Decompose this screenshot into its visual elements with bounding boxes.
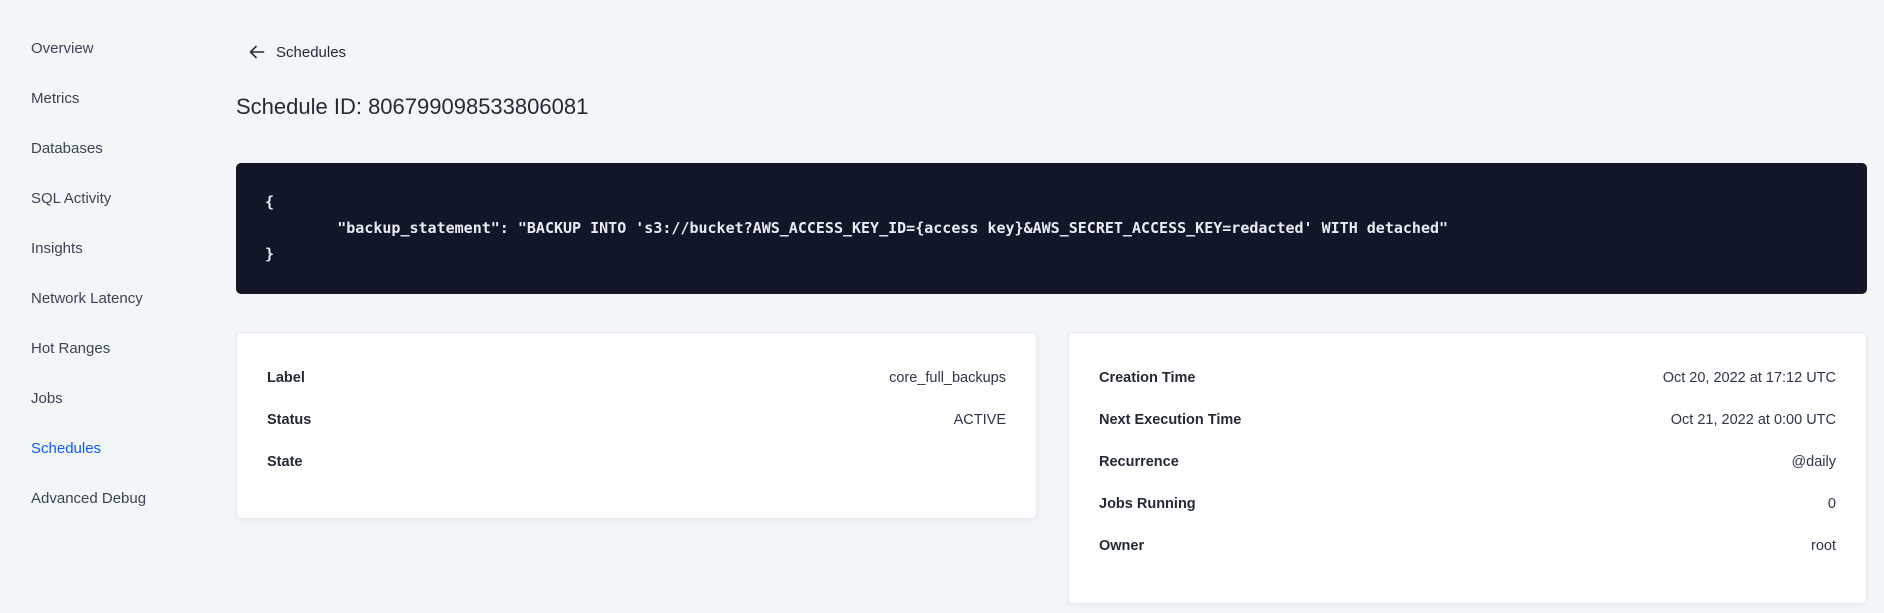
main-content: Schedules Schedule ID: 80679909853380608… xyxy=(236,0,1867,604)
sidebar-item-hot-ranges[interactable]: Hot Ranges xyxy=(0,324,210,374)
sidebar-nav: Overview Metrics Databases SQL Activity … xyxy=(0,24,210,524)
sidebar-item-overview[interactable]: Overview xyxy=(0,24,210,74)
jobs-running-row-label: Jobs Running xyxy=(1099,496,1196,512)
status-row-value: ACTIVE xyxy=(953,412,1006,428)
table-row: State xyxy=(267,441,1006,483)
owner-row-value: root xyxy=(1811,538,1836,554)
status-row-label: Status xyxy=(267,412,312,428)
sidebar-item-metrics[interactable]: Metrics xyxy=(0,74,210,124)
detail-cards: Label core_full_backups Status ACTIVE St… xyxy=(236,332,1867,604)
next-execution-row-value: Oct 21, 2022 at 0:00 UTC xyxy=(1670,412,1836,428)
next-execution-row-label: Next Execution Time xyxy=(1099,412,1242,428)
state-row-label: State xyxy=(267,454,303,470)
table-row: Label core_full_backups xyxy=(267,357,1006,399)
table-row: Jobs Running 0 xyxy=(1099,483,1836,525)
sidebar-item-databases[interactable]: Databases xyxy=(0,124,210,174)
schedule-timing-card: Creation Time Oct 20, 2022 at 17:12 UTC … xyxy=(1068,332,1867,604)
back-to-schedules-link[interactable]: Schedules xyxy=(248,40,346,64)
sidebar-item-network-latency[interactable]: Network Latency xyxy=(0,274,210,324)
owner-row-label: Owner xyxy=(1099,538,1145,554)
sidebar-item-advanced-debug[interactable]: Advanced Debug xyxy=(0,474,210,524)
sidebar-item-schedules[interactable]: Schedules xyxy=(0,424,210,474)
table-row: Creation Time Oct 20, 2022 at 17:12 UTC xyxy=(1099,357,1836,399)
sidebar-item-jobs[interactable]: Jobs xyxy=(0,374,210,424)
schedule-summary-card: Label core_full_backups Status ACTIVE St… xyxy=(236,332,1037,519)
backup-statement-code-block: { "backup_statement": "BACKUP INTO 's3:/… xyxy=(236,163,1867,294)
creation-time-row-value: Oct 20, 2022 at 17:12 UTC xyxy=(1662,370,1836,386)
table-row: Next Execution Time Oct 21, 2022 at 0:00… xyxy=(1099,399,1836,441)
recurrence-row-value: @daily xyxy=(1791,454,1836,470)
schedule-details-page: { "sidebar": { "items": [ { "label": "Ov… xyxy=(0,0,1884,613)
left-arrow-icon xyxy=(248,44,265,60)
table-row: Recurrence @daily xyxy=(1099,441,1836,483)
back-link-label: Schedules xyxy=(276,43,347,61)
page-title: Schedule ID: 806799098533806081 xyxy=(236,94,589,119)
table-row: Owner root xyxy=(1099,525,1836,567)
sidebar-item-sql-activity[interactable]: SQL Activity xyxy=(0,174,210,224)
creation-time-row-label: Creation Time xyxy=(1099,370,1196,386)
label-row-label: Label xyxy=(267,370,305,386)
recurrence-row-label: Recurrence xyxy=(1099,454,1179,470)
jobs-running-row-value: 0 xyxy=(1827,496,1836,512)
label-row-value: core_full_backups xyxy=(889,370,1006,386)
table-row: Status ACTIVE xyxy=(267,399,1006,441)
sidebar-item-insights[interactable]: Insights xyxy=(0,224,210,274)
